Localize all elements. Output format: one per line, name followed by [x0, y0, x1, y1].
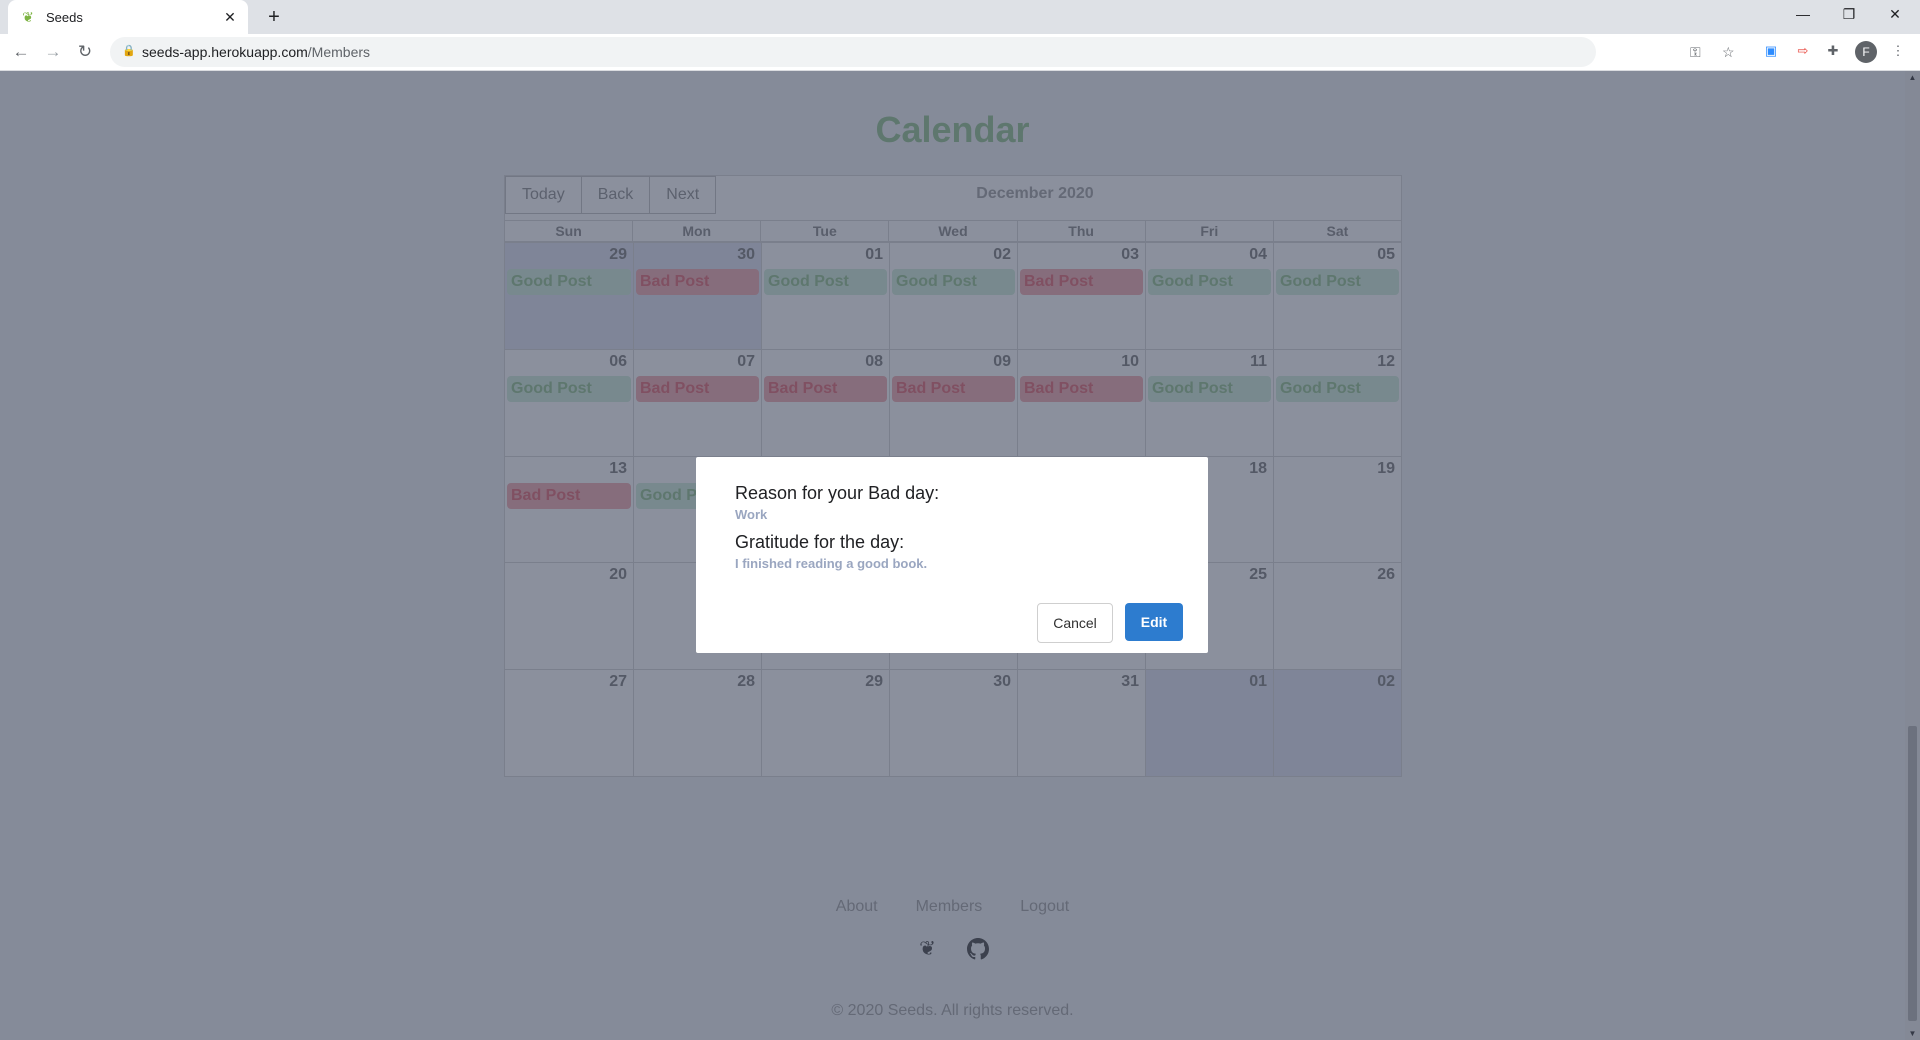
- zoom-extension-icon[interactable]: ▣: [1762, 42, 1780, 60]
- cast-extension-icon[interactable]: ⇨: [1794, 42, 1812, 60]
- extensions-puzzle-icon[interactable]: ✚: [1824, 42, 1842, 60]
- back-arrow-icon[interactable]: ←: [9, 40, 33, 64]
- edit-button[interactable]: Edit: [1125, 603, 1183, 641]
- address-bar[interactable]: 🔒 seeds-app.herokuapp.com/Members ⚿ ☆: [110, 37, 1735, 67]
- gratitude-label: Gratitude for the day:: [735, 532, 905, 552]
- tab-bar: ❦ Seeds ✕ + — ❐ ✕: [0, 0, 1920, 34]
- cancel-button[interactable]: Cancel: [1037, 603, 1113, 643]
- profile-avatar[interactable]: F: [1855, 41, 1877, 63]
- key-icon[interactable]: ⚿: [1690, 44, 1701, 61]
- reason-label: Reason for your Bad day:: [735, 483, 940, 503]
- new-tab-button[interactable]: +: [262, 6, 286, 30]
- close-window-button[interactable]: ✕: [1872, 0, 1918, 30]
- url-text: seeds-app.herokuapp.com/Members: [142, 44, 370, 60]
- browser-toolbar: ← → ↻ 🔒 seeds-app.herokuapp.com/Members …: [0, 34, 1920, 71]
- restore-button[interactable]: ❐: [1826, 0, 1872, 30]
- seeds-favicon-icon: ❦: [22, 9, 34, 25]
- gratitude-value: I finished reading a good book.: [735, 556, 928, 571]
- forward-arrow-icon[interactable]: →: [41, 40, 65, 64]
- reload-icon[interactable]: ↻: [73, 40, 97, 64]
- menu-kebab-icon[interactable]: ⋮: [1889, 42, 1907, 60]
- url-host: seeds-app.herokuapp.com: [142, 44, 308, 60]
- browser-tab[interactable]: ❦ Seeds ✕: [8, 0, 248, 34]
- reason-value: Work: [735, 507, 768, 522]
- close-tab-icon[interactable]: ✕: [220, 9, 240, 26]
- url-path: /Members: [307, 44, 371, 60]
- bookmark-star-icon[interactable]: ☆: [1722, 44, 1735, 61]
- tab-title: Seeds: [46, 9, 83, 25]
- minimize-button[interactable]: —: [1780, 0, 1826, 30]
- post-detail-modal: Reason for your Bad day: Work Gratitude …: [696, 457, 1208, 653]
- lock-icon: 🔒: [122, 45, 136, 57]
